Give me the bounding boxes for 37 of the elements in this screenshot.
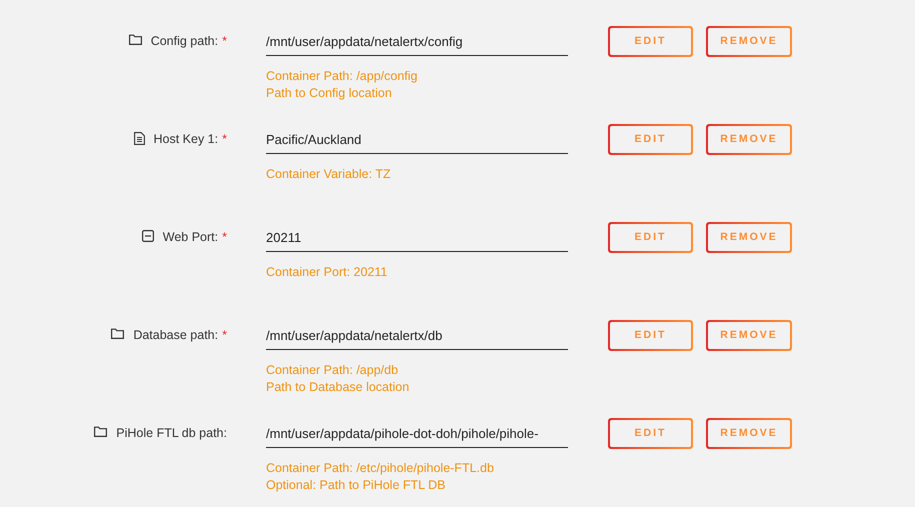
remove-button[interactable]: REMOVE (706, 26, 792, 57)
hint-text: Path to Database location (266, 379, 410, 396)
field-label: Config path: (150, 33, 218, 50)
remove-button[interactable]: REMOVE (706, 124, 792, 155)
required-asterisk: * (222, 327, 227, 344)
edit-button[interactable]: EDIT (608, 124, 693, 155)
field-label: Web Port: (162, 229, 218, 246)
required-asterisk: * (222, 131, 227, 148)
folder-icon (94, 426, 108, 437)
remove-button[interactable]: REMOVE (706, 418, 792, 449)
folder-icon (111, 328, 124, 339)
hint-text: Container Port: 20211 (266, 264, 388, 281)
hint-text: Container Path: /app/config (266, 68, 418, 85)
input-field[interactable]: /mnt/user/appdata/netalertx/db (266, 319, 568, 350)
hint-text: Container Path: /app/db (266, 362, 400, 379)
field-label: Host Key 1: (154, 131, 218, 148)
edit-button[interactable]: EDIT (608, 222, 693, 253)
field-label: Database path: (133, 327, 218, 344)
input-field[interactable]: /mnt/user/appdata/netalertx/config (266, 25, 568, 56)
minus-box-icon (142, 230, 154, 242)
input-field[interactable]: Pacific/Auckland (266, 123, 568, 154)
hint-text: Container Path: /etc/pihole/pihole-FTL.db (266, 460, 495, 477)
required-asterisk: * (222, 229, 227, 246)
edit-button[interactable]: EDIT (608, 320, 693, 351)
document-icon (134, 132, 144, 145)
field-label: PiHole FTL db path: (116, 425, 227, 442)
remove-button[interactable]: REMOVE (706, 320, 792, 351)
folder-icon (128, 34, 142, 45)
edit-button[interactable]: EDIT (608, 26, 693, 57)
hint-text: Optional: Path to PiHole FTL DB (266, 477, 446, 494)
input-field[interactable]: 20211 (266, 221, 568, 252)
remove-button[interactable]: REMOVE (706, 222, 792, 253)
hint-text: Path to Config location (266, 85, 393, 102)
edit-button[interactable]: EDIT (608, 418, 693, 449)
hint-text: Container Variable: TZ (266, 166, 392, 183)
required-asterisk: * (222, 33, 227, 50)
input-field[interactable]: /mnt/user/appdata/pihole-dot-doh/pihole/pihole- (266, 417, 568, 448)
